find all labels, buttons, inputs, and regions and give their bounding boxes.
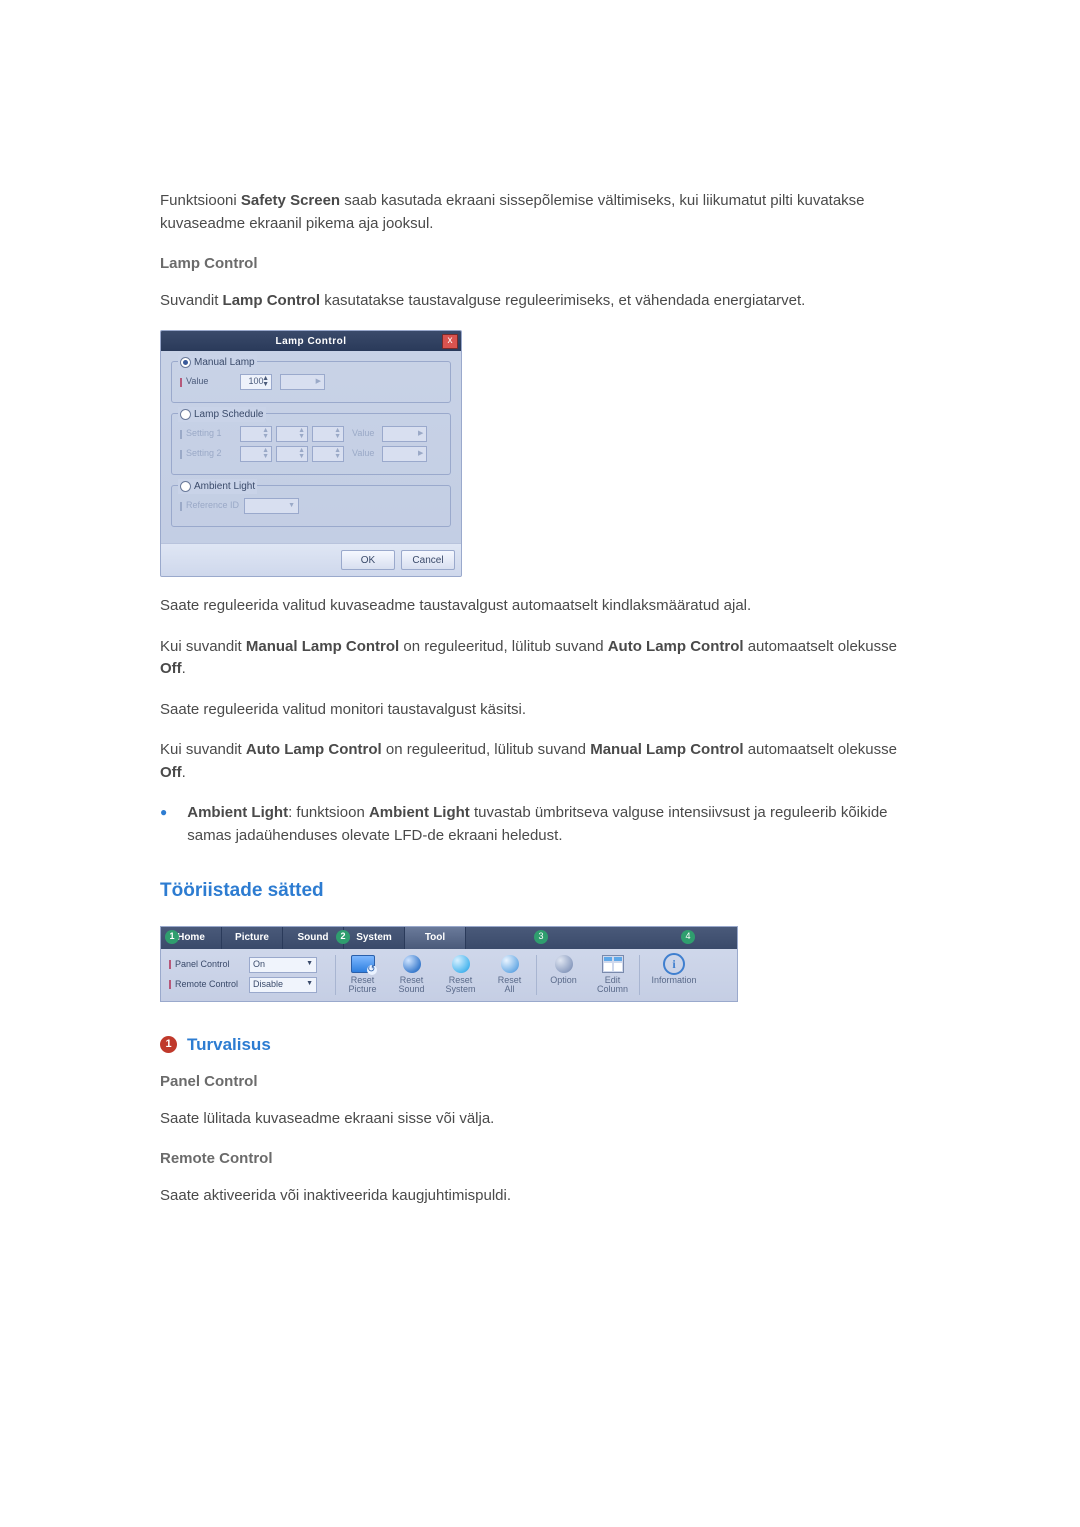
reset-all-icon bbox=[501, 955, 519, 973]
setting2-label: Setting 2 bbox=[186, 447, 222, 461]
setting2-min: ▲▼ bbox=[276, 446, 308, 462]
setting1-value-select: ▶ bbox=[382, 426, 427, 442]
para-manual-to-auto: Kui suvandit Manual Lamp Control on regu… bbox=[160, 636, 920, 681]
section-1-number: 1 bbox=[160, 1036, 177, 1053]
ambient-light-legend: Ambient Light bbox=[194, 479, 255, 494]
value-label: Value bbox=[186, 375, 208, 389]
setting1-value-label: Value bbox=[352, 427, 374, 441]
reset-all-button[interactable]: ResetAll bbox=[485, 953, 534, 997]
bullet-dot-icon: ● bbox=[160, 806, 167, 818]
setting1-ampm: ▲▼ bbox=[312, 426, 344, 442]
reference-id-label: Reference ID bbox=[186, 499, 239, 513]
setting2-ampm: ▲▼ bbox=[312, 446, 344, 462]
reset-system-icon bbox=[452, 955, 470, 973]
setting2-value-select: ▶ bbox=[382, 446, 427, 462]
mark-1: 1 bbox=[165, 930, 179, 944]
panel-control-desc: Saate lülitada kuvaseadme ekraani sisse … bbox=[160, 1108, 920, 1131]
info-icon: i bbox=[663, 953, 685, 975]
manual-lamp-value-select[interactable]: ▶ bbox=[280, 374, 325, 390]
dialog-title: Lamp Control bbox=[276, 334, 347, 349]
setting1-min: ▲▼ bbox=[276, 426, 308, 442]
mark-3: 3 bbox=[534, 930, 548, 944]
tab-system[interactable]: System bbox=[344, 927, 405, 949]
reset-sound-icon bbox=[403, 955, 421, 973]
lamp-schedule-legend: Lamp Schedule bbox=[194, 407, 264, 422]
ok-button[interactable]: OK bbox=[341, 550, 395, 570]
mark-2: 2 bbox=[336, 930, 350, 944]
tab-home[interactable]: Home 1 bbox=[161, 927, 222, 949]
tab-sound[interactable]: Sound 2 bbox=[283, 927, 344, 949]
setting2-value-label: Value bbox=[352, 447, 374, 461]
tab-tool[interactable]: Tool bbox=[405, 927, 466, 949]
tab-picture[interactable]: Picture bbox=[222, 927, 283, 949]
reset-system-button[interactable]: ResetSystem bbox=[436, 953, 485, 997]
mark-4: 4 bbox=[681, 930, 695, 944]
lamp-schedule-group: Lamp Schedule Setting 1 ▲▼ ▲▼ ▲▼ Value ▶… bbox=[171, 413, 451, 475]
panel-control-subhead: Panel Control bbox=[160, 1071, 920, 1094]
edit-column-button[interactable]: EditColumn bbox=[588, 953, 637, 997]
dialog-titlebar: Lamp Control x bbox=[161, 331, 461, 351]
para-auto-to-manual: Kui suvandit Auto Lamp Control on regule… bbox=[160, 739, 920, 784]
lamp-schedule-radio[interactable] bbox=[180, 409, 191, 420]
setting1-hour: ▲▼ bbox=[240, 426, 272, 442]
edit-column-icon bbox=[602, 955, 624, 973]
manual-lamp-group: Manual Lamp Value 100 ▲▼ ▶ bbox=[171, 361, 451, 403]
remote-control-label: Remote Control bbox=[175, 978, 238, 992]
reset-picture-button[interactable]: ResetPicture bbox=[338, 953, 387, 997]
panel-control-label: Panel Control bbox=[175, 958, 230, 972]
option-icon bbox=[555, 955, 573, 973]
section-1-header: 1 Turvalisus bbox=[160, 1032, 920, 1058]
safety-screen-paragraph: Funktsiooni Safety Screen saab kasutada … bbox=[160, 190, 920, 235]
option-button[interactable]: Option bbox=[539, 953, 588, 997]
manual-lamp-legend: Manual Lamp bbox=[194, 355, 255, 370]
information-button[interactable]: i Information bbox=[642, 953, 706, 997]
reset-picture-icon bbox=[351, 955, 375, 973]
ambient-light-bullet: ● Ambient Light: funktsioon Ambient Ligh… bbox=[160, 802, 920, 847]
reference-id-select: ▼ bbox=[244, 498, 299, 514]
remote-control-desc: Saate aktiveerida või inaktiveerida kaug… bbox=[160, 1185, 920, 1208]
lamp-control-heading: Lamp Control bbox=[160, 253, 920, 276]
lamp-control-desc: Suvandit Lamp Control kasutatakse tausta… bbox=[160, 290, 920, 313]
dialog-close-button[interactable]: x bbox=[442, 334, 458, 349]
para-auto-time: Saate reguleerida valitud kuvaseadme tau… bbox=[160, 595, 920, 618]
cancel-button[interactable]: Cancel bbox=[401, 550, 455, 570]
tool-toolbar: Home 1 Picture Sound 2 System Tool 3 4 P… bbox=[160, 926, 738, 1002]
ambient-light-radio[interactable] bbox=[180, 481, 191, 492]
lamp-control-dialog: Lamp Control x Manual Lamp Value 100 ▲▼ … bbox=[160, 330, 462, 577]
ambient-light-group: Ambient Light Reference ID ▼ bbox=[171, 485, 451, 527]
para-manual-adjust: Saate reguleerida valitud monitori taust… bbox=[160, 699, 920, 722]
manual-lamp-radio[interactable] bbox=[180, 357, 191, 368]
remote-control-select[interactable]: Disable▼ bbox=[249, 977, 317, 993]
panel-control-select[interactable]: On▼ bbox=[249, 957, 317, 973]
section-1-title: Turvalisus bbox=[187, 1032, 271, 1058]
remote-control-subhead: Remote Control bbox=[160, 1148, 920, 1171]
tools-heading: Tööriistade sätted bbox=[160, 877, 920, 906]
setting1-label: Setting 1 bbox=[186, 427, 222, 441]
reset-sound-button[interactable]: ResetSound bbox=[387, 953, 436, 997]
manual-lamp-value-spinner[interactable]: 100 ▲▼ bbox=[240, 374, 272, 390]
setting2-hour: ▲▼ bbox=[240, 446, 272, 462]
